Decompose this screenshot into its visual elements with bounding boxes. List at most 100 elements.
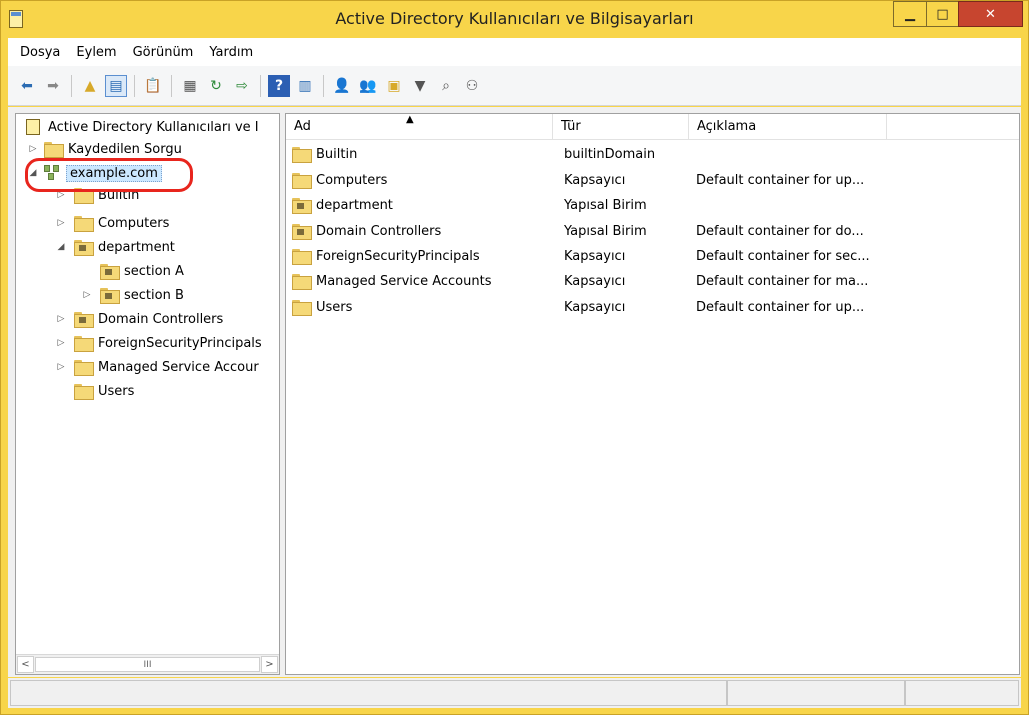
sort-ascending-icon: ▲ <box>406 114 414 125</box>
toolbar-separator <box>134 74 135 97</box>
horizontal-scrollbar[interactable]: < III > <box>16 654 279 674</box>
toolbar-separator <box>323 74 324 97</box>
item-description: Default container for sec... <box>696 248 870 264</box>
find-icon[interactable]: ⌕ <box>435 75 457 97</box>
item-name: Builtin <box>316 146 358 162</box>
ou-icon <box>74 240 94 256</box>
menu-help[interactable]: Yardım <box>203 43 259 62</box>
folder-icon <box>292 173 312 189</box>
tree-item-domain-controllers[interactable]: ▷ Domain Controllers <box>56 308 223 330</box>
tree-item-label: Kaydedilen Sorgu <box>68 141 182 157</box>
item-type: Yapısal Birim <box>564 197 647 213</box>
list-item[interactable]: Computers Kapsayıcı Default container fo… <box>292 168 864 192</box>
console-tree: Active Directory Kullanıcıları ve I ▷ Ka… <box>15 113 280 675</box>
filter-icon[interactable]: ▼ <box>409 75 431 97</box>
collapse-icon[interactable]: ◢ <box>56 242 66 252</box>
status-bar <box>8 678 1021 708</box>
item-description: Default container for ma... <box>696 273 869 289</box>
export-list-icon[interactable]: ⇨ <box>231 75 253 97</box>
folder-icon <box>74 384 94 400</box>
add-to-group-icon[interactable]: ⚇ <box>461 75 483 97</box>
help-icon[interactable]: ? <box>268 74 290 97</box>
toolbar-separator <box>171 74 172 97</box>
ou-icon <box>292 198 312 214</box>
folder-icon <box>74 336 94 352</box>
list-item[interactable]: department Yapısal Birim <box>292 193 647 217</box>
folder-icon <box>292 274 312 290</box>
tree-item-department[interactable]: ◢ department <box>56 236 175 258</box>
column-header-empty <box>887 114 1019 140</box>
folder-icon <box>292 249 312 265</box>
new-group-icon[interactable]: 👥 <box>357 75 379 97</box>
folder-icon <box>292 300 312 316</box>
new-ou-icon[interactable]: ▣ <box>383 75 405 97</box>
column-header-description[interactable]: Açıklama <box>689 114 887 140</box>
expand-icon[interactable]: ▷ <box>28 144 38 154</box>
back-arrow-icon[interactable]: ⬅ <box>16 75 38 97</box>
column-header-type[interactable]: Tür <box>553 114 689 140</box>
item-type: Kapsayıcı <box>564 273 626 289</box>
menu-action[interactable]: Eylem <box>70 43 122 62</box>
column-header-label: Ad <box>294 119 311 134</box>
minimize-button[interactable]: ▁ <box>893 1 927 27</box>
expand-icon[interactable]: ▷ <box>56 338 66 348</box>
toolbar-separator <box>260 74 261 97</box>
list-item[interactable]: Managed Service Accounts Kapsayıcı Defau… <box>292 269 868 293</box>
tree-item-managed-service-accounts[interactable]: ▷ Managed Service Accour <box>56 356 259 378</box>
folder-icon <box>292 147 312 163</box>
tree-item-foreign-security-principals[interactable]: ▷ ForeignSecurityPrincipals <box>56 332 262 354</box>
refresh-icon[interactable]: ↻ <box>205 75 227 97</box>
scroll-thumb[interactable]: III <box>35 657 260 672</box>
menu-file[interactable]: Dosya <box>14 43 66 62</box>
item-type: Yapısal Birim <box>564 223 647 239</box>
column-header-label: Açıklama <box>697 119 757 134</box>
scroll-left-icon[interactable]: < <box>17 656 34 673</box>
up-folder-icon[interactable]: ▲ <box>79 75 101 97</box>
tree-root[interactable]: Active Directory Kullanıcıları ve I <box>26 116 259 138</box>
item-name: ForeignSecurityPrincipals <box>316 248 480 264</box>
toolbar-separator <box>71 74 72 97</box>
expand-icon[interactable]: ▷ <box>56 314 66 324</box>
list-item[interactable]: Domain Controllers Yapısal Birim Default… <box>292 219 864 243</box>
expand-icon[interactable]: ▷ <box>56 218 66 228</box>
tree-item-label: Domain Controllers <box>98 311 224 327</box>
console-tree-icon[interactable]: ▥ <box>294 75 316 97</box>
clipboard-icon[interactable]: 📋 <box>142 75 164 97</box>
details-list: Ad ▲ Tür Açıklama Builtin builtinDomain … <box>285 113 1020 675</box>
tree-item-saved-queries[interactable]: ▷ Kaydedilen Sorgu <box>28 138 182 160</box>
folder-icon <box>74 360 94 376</box>
tree-item-computers[interactable]: ▷ Computers <box>56 212 169 234</box>
close-button[interactable]: ✕ <box>958 1 1023 27</box>
tree-item-label: Computers <box>98 215 170 231</box>
status-cell-2 <box>727 680 905 706</box>
forward-arrow-icon[interactable]: ➡ <box>42 75 64 97</box>
properties-icon[interactable]: ▦ <box>179 75 201 97</box>
tree-item-label: section A <box>124 263 184 279</box>
folder-icon <box>44 142 64 158</box>
expand-icon[interactable]: ▷ <box>56 362 66 372</box>
item-type: Kapsayıcı <box>564 248 626 264</box>
tree-item-section-a[interactable]: section A <box>100 260 184 282</box>
maximize-button[interactable]: □ <box>926 1 959 27</box>
new-user-icon[interactable]: 👤 <box>331 75 353 97</box>
tree-item-label: Managed Service Accour <box>98 359 259 375</box>
ad-console-icon <box>26 119 40 135</box>
tree-item-users[interactable]: Users <box>74 380 134 402</box>
item-type: builtinDomain <box>564 146 656 162</box>
ou-icon <box>100 288 120 304</box>
item-description: Default container for do... <box>696 223 864 239</box>
window-title: Active Directory Kullanıcıları ve Bilgis… <box>335 9 694 28</box>
show-tree-icon[interactable]: ▤ <box>105 74 127 97</box>
ou-icon <box>100 264 120 280</box>
list-item[interactable]: Users Kapsayıcı Default container for up… <box>292 295 864 319</box>
title-bar[interactable]: Active Directory Kullanıcıları ve Bilgis… <box>1 1 1028 37</box>
scroll-right-icon[interactable]: > <box>261 656 278 673</box>
menu-view[interactable]: Görünüm <box>127 43 200 62</box>
list-item[interactable]: ForeignSecurityPrincipals Kapsayıcı Defa… <box>292 244 870 268</box>
tree-item-section-b[interactable]: ▷ section B <box>82 284 184 306</box>
expand-icon[interactable]: ▷ <box>82 290 92 300</box>
item-name: Domain Controllers <box>316 223 442 239</box>
column-header-name[interactable]: Ad ▲ <box>286 114 553 140</box>
tree-item-label: Users <box>98 383 135 399</box>
list-item[interactable]: Builtin builtinDomain <box>292 142 655 166</box>
